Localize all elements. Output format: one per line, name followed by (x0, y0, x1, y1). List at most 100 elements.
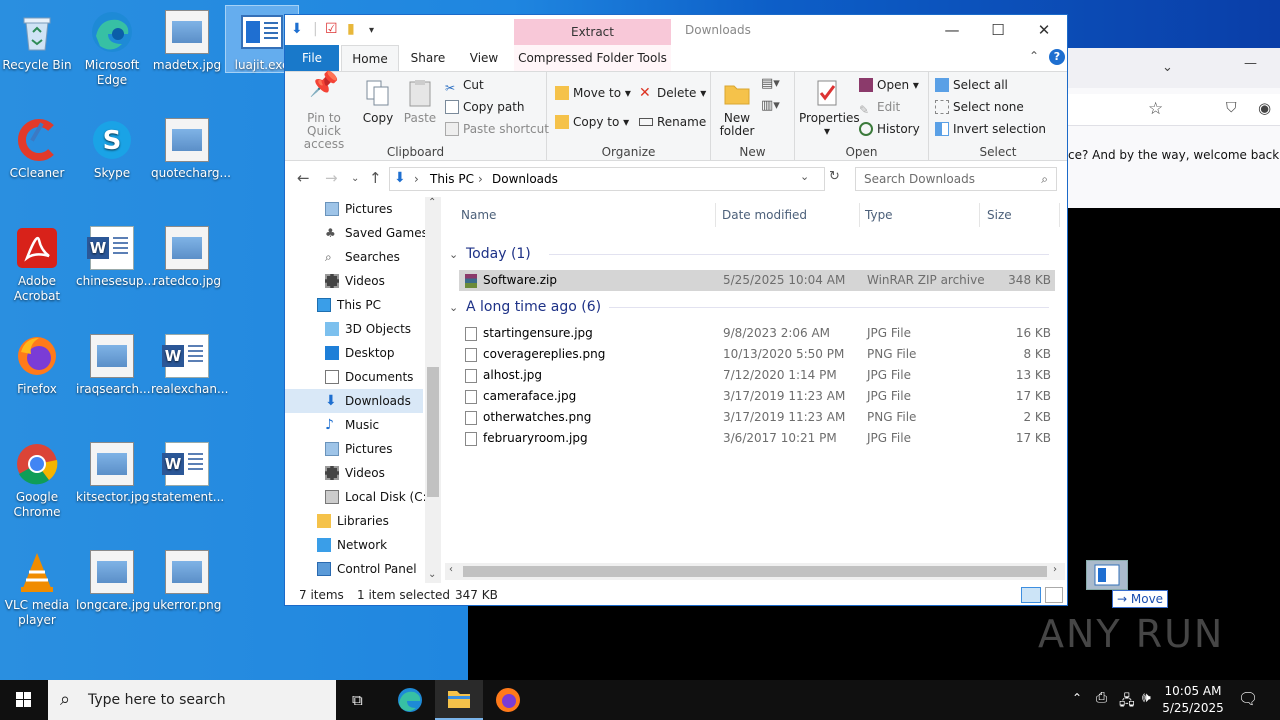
file-row[interactable]: cameraface.jpg 3/17/2019 11:23 AM JPG Fi… (459, 386, 1055, 407)
file-row[interactable]: Software.zip 5/25/2025 10:04 AM WinRAR Z… (459, 270, 1055, 291)
refresh-icon[interactable]: ↻ (829, 169, 840, 184)
forward-arrow-icon[interactable]: → (325, 169, 338, 187)
history-button[interactable]: History (859, 119, 920, 139)
desktop-icon-ratedco[interactable]: ratedco.jpg (151, 222, 223, 289)
recent-locations-icon[interactable]: ⌄ (351, 173, 359, 184)
edit-button[interactable]: ✎ Edit (859, 97, 900, 117)
desktop-icon-vlc[interactable]: VLC media player (1, 546, 73, 628)
desktop-icon-edge[interactable]: Microsoft Edge (76, 6, 148, 88)
minimize-button[interactable]: — (929, 18, 975, 42)
breadcrumb-this-pc[interactable]: This PC (430, 172, 474, 186)
taskbar-firefox[interactable] (484, 680, 532, 720)
address-dropdown-icon[interactable]: ⌄ (800, 170, 809, 183)
desktop-icon-adobe-acrobat[interactable]: Adobe Acrobat (1, 222, 73, 304)
cut-button[interactable]: ✂ Cut (445, 75, 484, 95)
breadcrumb-downloads[interactable]: Downloads (492, 172, 558, 186)
address-bar[interactable]: ⬇ › This PC › Downloads ⌄ (389, 167, 825, 191)
back-arrow-icon[interactable]: ← (297, 169, 310, 187)
up-arrow-icon[interactable]: ↑ (369, 169, 382, 187)
account-icon[interactable]: ◉ (1258, 99, 1271, 117)
scroll-down-icon[interactable]: ⌄ (428, 569, 436, 580)
minimize-icon[interactable]: — (1244, 56, 1257, 71)
maximize-button[interactable]: ☐ (975, 18, 1021, 42)
delete-button[interactable]: ✕ Delete ▾ (639, 83, 706, 103)
taskbar-edge[interactable] (386, 680, 434, 720)
column-header-type[interactable]: Type (865, 203, 893, 227)
copy-path-button[interactable]: Copy path (445, 97, 525, 117)
scroll-left-icon[interactable]: ‹ (449, 564, 453, 575)
new-folder-button[interactable]: New folder (717, 78, 757, 138)
group-header-today[interactable]: ⌄ Today (1) (449, 244, 1049, 264)
volume-icon[interactable]: 🕪 (1142, 690, 1151, 706)
column-divider[interactable] (859, 203, 860, 227)
desktop-icon-chinesesup[interactable]: chinesesup... (76, 222, 155, 289)
customize-quick-access-icon[interactable]: ▾ (369, 25, 374, 36)
pin-to-quick-access-button[interactable]: 📌 Pin to Quick access (289, 72, 359, 151)
show-hidden-icons-icon[interactable]: ⌃ (1072, 691, 1082, 705)
desktop-icon-ukerror[interactable]: ukerror.png (151, 546, 223, 613)
nav-item-libraries[interactable]: Libraries (285, 509, 423, 533)
tab-share[interactable]: Share (401, 45, 455, 71)
scroll-right-icon[interactable]: › (1053, 564, 1057, 575)
nav-item-searches[interactable]: ⌕ Searches (285, 245, 423, 269)
notifications-icon[interactable]: 🗨 (1238, 689, 1258, 708)
details-view-icon[interactable] (1021, 587, 1041, 603)
nav-item-saved-games[interactable]: ♣ Saved Games (285, 221, 428, 245)
desktop-icon-longcare[interactable]: longcare.jpg (76, 546, 150, 613)
file-row[interactable]: coveragereplies.png 10/13/2020 5:50 PM P… (459, 344, 1055, 365)
nav-item-videos[interactable]: Videos (285, 461, 423, 485)
nav-item-documents[interactable]: Documents (285, 365, 423, 389)
bookmark-star-icon[interactable]: ☆ (1148, 99, 1163, 119)
desktop-icon-statement[interactable]: statement... (151, 438, 224, 505)
taskbar-clock[interactable]: 10:05 AM 5/25/2025 (1160, 683, 1226, 717)
column-header-size[interactable]: Size (987, 203, 1012, 227)
desktop-icon-realexchan[interactable]: realexchan... (151, 330, 228, 397)
collapse-ribbon-icon[interactable]: ⌃ (1029, 49, 1039, 63)
easy-access-icon[interactable]: ▥▾ (761, 98, 780, 113)
horizontal-scrollbar[interactable]: ‹ › (445, 563, 1065, 580)
nav-item-desktop[interactable]: Desktop (285, 341, 423, 365)
tab-home[interactable]: Home (341, 45, 399, 71)
column-header-date-modified[interactable]: Date modified (722, 203, 807, 227)
rename-button[interactable]: Rename (639, 112, 706, 132)
desktop-icon-quotecharg[interactable]: quotecharg... (151, 114, 231, 181)
chevron-down-icon[interactable]: ⌄ (1162, 60, 1173, 75)
pocket-icon[interactable]: ⛉ (1226, 100, 1237, 116)
desktop-icon-chrome[interactable]: Google Chrome (1, 438, 73, 520)
nav-item-pictures[interactable]: Pictures (285, 197, 423, 221)
scrollbar-thumb[interactable] (427, 367, 439, 497)
column-header-name[interactable]: Name (461, 203, 496, 227)
desktop-icon-recycle-bin[interactable]: Recycle Bin (1, 6, 73, 73)
properties-checklist-icon[interactable]: ☑ (325, 21, 338, 37)
paste-button[interactable]: Paste (401, 78, 439, 125)
nav-item-3d-objects[interactable]: 3D Objects (285, 317, 423, 341)
column-divider[interactable] (1059, 203, 1060, 227)
task-view-button[interactable]: ⧉ (336, 680, 384, 720)
group-header-long-time-ago[interactable]: ⌄ A long time ago (6) (449, 297, 1049, 317)
properties-button[interactable]: Properties ▾ (799, 78, 860, 138)
extract-contextual-tab[interactable]: Extract (514, 19, 671, 45)
copy-to-button[interactable]: Copy to ▾ (555, 112, 629, 132)
select-all-button[interactable]: Select all (935, 75, 1008, 95)
new-folder-icon[interactable]: ▮ (347, 21, 355, 37)
nav-pane-scrollbar[interactable]: ⌃ ⌄ (425, 197, 441, 583)
taskbar-search-input[interactable]: ⌕ Type here to search (48, 680, 336, 720)
nav-item-network[interactable]: Network (285, 533, 423, 557)
close-button[interactable]: ✕ (1021, 18, 1067, 42)
scroll-up-icon[interactable]: ⌃ (428, 197, 436, 208)
paste-shortcut-button[interactable]: Paste shortcut (445, 119, 549, 139)
help-icon[interactable]: ? (1049, 49, 1065, 65)
nav-item-music[interactable]: ♪ Music (285, 413, 423, 437)
large-icons-view-icon[interactable] (1045, 587, 1063, 603)
desktop-icon-firefox[interactable]: Firefox (1, 330, 73, 397)
desktop-icon-skype[interactable]: S Skype (76, 114, 148, 181)
file-row[interactable]: februaryroom.jpg 3/6/2017 10:21 PM JPG F… (459, 428, 1055, 449)
nav-item-local-disk[interactable]: Local Disk (C:) (285, 485, 431, 509)
desktop-icon-madetx[interactable]: madetx.jpg (151, 6, 223, 73)
start-button[interactable] (0, 680, 48, 720)
invert-selection-button[interactable]: Invert selection (935, 119, 1046, 139)
nav-item-control-panel[interactable]: Control Panel (285, 557, 423, 581)
taskbar-file-explorer[interactable] (435, 680, 483, 720)
desktop-icon-iraqsearch[interactable]: iraqsearch... (76, 330, 151, 397)
file-row[interactable]: startingensure.jpg 9/8/2023 2:06 AM JPG … (459, 323, 1055, 344)
